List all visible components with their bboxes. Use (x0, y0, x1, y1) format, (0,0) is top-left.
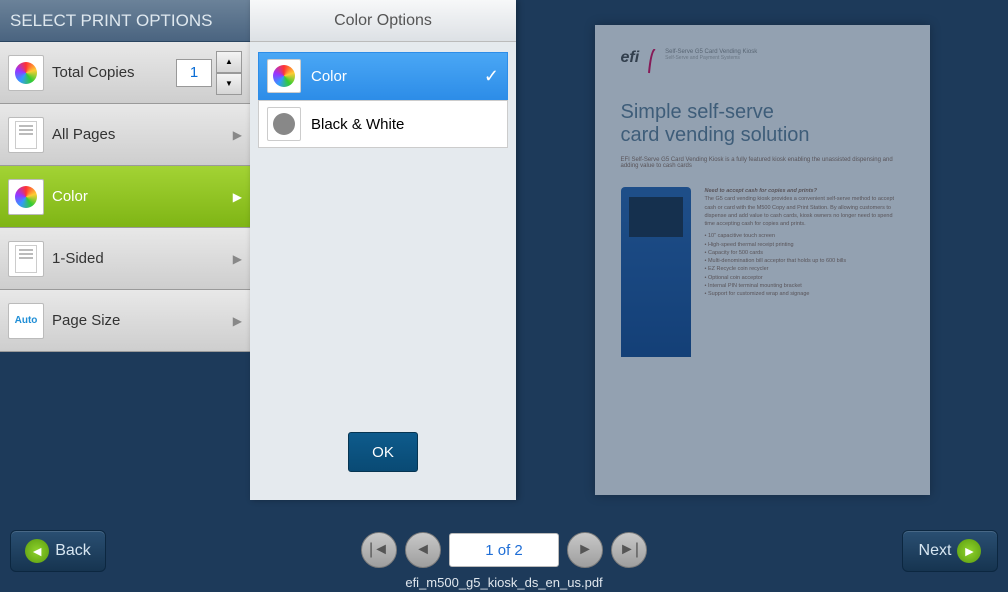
doc-intro: EFI Self-Serve G5 Card Vending Kiosk is … (621, 157, 904, 169)
copies-stepper: ▲ ▼ (216, 51, 242, 95)
panel-title: SELECT PRINT OPTIONS (0, 0, 250, 42)
submenu-title: Color Options (250, 0, 516, 42)
color-options-submenu: Color Options Color ✓ Black & White OK (250, 0, 516, 500)
choice-label: Color (311, 68, 484, 85)
option-all-pages[interactable]: All Pages ▶ (0, 104, 250, 166)
pagesize-icon: Auto (8, 303, 44, 339)
logo-flare-icon (647, 49, 657, 75)
copies-icon (8, 55, 44, 91)
filename-label: efi_m500_g5_kiosk_ds_en_us.pdf (405, 575, 602, 590)
choice-list: Color ✓ Black & White (250, 42, 516, 158)
option-label: Color (52, 188, 233, 205)
copies-up-button[interactable]: ▲ (216, 51, 242, 73)
copies-label: Total Copies (52, 64, 168, 81)
checkmark-icon: ✓ (484, 66, 499, 87)
ok-button[interactable]: OK (348, 432, 418, 472)
color-icon (8, 179, 44, 215)
next-arrow-icon: ► (957, 539, 981, 563)
doc-side-column: Need to accept cash for copies and print… (705, 187, 904, 357)
next-button[interactable]: Next ► (902, 530, 998, 572)
pager: |◄ ◄ 1 of 2 ► ►| (361, 532, 647, 568)
sides-icon (8, 241, 44, 277)
back-arrow-icon: ◄ (25, 539, 49, 563)
back-button[interactable]: ◄ Back (10, 530, 106, 572)
option-label: 1-Sided (52, 250, 233, 267)
doc-title: Simple self-serve card vending solution (621, 101, 904, 147)
choice-bw[interactable]: Black & White (258, 100, 508, 148)
page-last-button[interactable]: ►| (611, 532, 647, 568)
copies-input[interactable] (176, 59, 212, 87)
page-next-button[interactable]: ► (567, 532, 603, 568)
chevron-right-icon: ▶ (233, 190, 242, 204)
page-indicator: 1 of 2 (449, 533, 559, 567)
choice-color[interactable]: Color ✓ (258, 52, 508, 100)
option-color[interactable]: Color ▶ (0, 166, 250, 228)
bottom-bar: ◄ Back |◄ ◄ 1 of 2 ► ►| Next ► efi_m500_… (0, 520, 1008, 592)
total-copies-row: Total Copies ▲ ▼ (0, 42, 250, 104)
chevron-right-icon: ▶ (233, 314, 242, 328)
print-options-panel: SELECT PRINT OPTIONS Total Copies ▲ ▼ Al… (0, 0, 250, 592)
page-prev-button[interactable]: ◄ (405, 532, 441, 568)
chevron-right-icon: ▶ (233, 128, 242, 142)
kiosk-image (621, 187, 691, 357)
bw-icon (267, 107, 301, 141)
option-page-size[interactable]: Auto Page Size ▶ (0, 290, 250, 352)
option-label: All Pages (52, 126, 233, 143)
doc-logo: efi (621, 49, 640, 67)
color-icon (267, 59, 301, 93)
preview-page: efi Self-Serve G5 Card Vending Kiosk Sel… (595, 25, 930, 495)
choice-label: Black & White (311, 116, 499, 133)
option-label: Page Size (52, 312, 233, 329)
pages-icon (8, 117, 44, 153)
document-preview: efi Self-Serve G5 Card Vending Kiosk Sel… (516, 0, 1008, 520)
chevron-right-icon: ▶ (233, 252, 242, 266)
option-sides[interactable]: 1-Sided ▶ (0, 228, 250, 290)
page-first-button[interactable]: |◄ (361, 532, 397, 568)
doc-logo-sub2: Self-Serve and Payment Systems (665, 55, 757, 61)
copies-down-button[interactable]: ▼ (216, 73, 242, 95)
